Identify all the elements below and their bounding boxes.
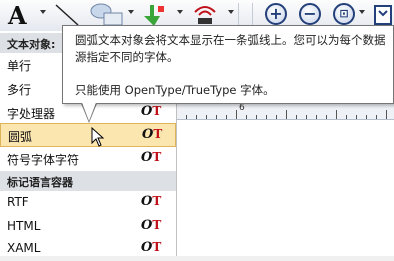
- menu-item-symbol-font-char[interactable]: 符号字体字符 OT: [0, 147, 176, 171]
- opentype-truetype-icon: OT: [142, 127, 163, 142]
- ruler-tick: [346, 115, 347, 119]
- ruler-tick: [296, 115, 297, 119]
- tooltip-tail-inner: [81, 100, 97, 121]
- ruler-tick: [246, 115, 247, 119]
- text-tool-dropdown[interactable]: [40, 10, 46, 14]
- menu-item-label: XAML: [7, 241, 41, 255]
- ruler-tick: [256, 115, 257, 119]
- ruler-tick: [276, 115, 277, 119]
- shape-tool-dropdown[interactable]: [128, 10, 134, 14]
- ruler-tick: [356, 115, 357, 119]
- zoom-dropdown[interactable]: [359, 10, 365, 14]
- ruler-tick: [376, 115, 377, 119]
- tooltip-description: 圆弧文本对象会将文本显示在一条弧线上。您可以为每个数据源指定不同的字体。: [75, 33, 386, 64]
- menu-section-header: 标记语言容器: [0, 171, 176, 191]
- section-header-label: 文本对象:: [7, 38, 56, 51]
- toolbar-separator: [252, 3, 253, 27]
- menu-item-html[interactable]: HTML OT: [0, 215, 176, 239]
- toolbar-separator: [238, 3, 239, 27]
- svg-text:A: A: [7, 2, 27, 28]
- zoom-out-icon[interactable]: −: [299, 3, 321, 25]
- ruler-number: 6: [239, 103, 245, 113]
- menu-item-arc[interactable]: 圆弧 OT: [0, 123, 176, 147]
- opentype-truetype-icon: OT: [141, 218, 162, 233]
- mouse-cursor-icon: [91, 127, 105, 147]
- ruler-tick: [206, 115, 207, 119]
- text-tool-button[interactable]: A: [4, 1, 34, 30]
- fit-zoom-icon[interactable]: ⊡: [333, 3, 355, 25]
- color-tool-dropdown[interactable]: [177, 10, 183, 14]
- tooltip: 圆弧文本对象会将文本显示在一条弧线上。您可以为每个数据源指定不同的字体。 只能使…: [62, 25, 394, 104]
- menu-item-label: RTF: [7, 195, 29, 209]
- menu-item-label: 字处理器: [7, 107, 56, 121]
- tooltip-note: 只能使用 OpenType/TrueType 字体。: [75, 83, 275, 97]
- ruler-tick: [386, 110, 387, 119]
- menu-item-label: 多行: [7, 83, 32, 97]
- opentype-truetype-icon: OT: [141, 240, 162, 255]
- menu-item-rtf[interactable]: RTF OT: [0, 191, 176, 215]
- opentype-truetype-icon: OT: [141, 194, 162, 209]
- ruler-tick: [326, 115, 327, 119]
- opentype-truetype-icon: OT: [141, 104, 162, 119]
- wireless-tool-dropdown[interactable]: [228, 10, 234, 14]
- ruler-tick: [216, 115, 217, 119]
- text-a-icon: A: [7, 1, 27, 30]
- section-header-label: 标记语言容器: [7, 176, 73, 189]
- menu-item-label: 单行: [7, 59, 32, 73]
- ruler-tick: [336, 110, 337, 119]
- menu-item-label: 圆弧: [8, 130, 33, 144]
- opentype-truetype-icon: OT: [141, 150, 162, 165]
- ruler-tick: [196, 115, 197, 119]
- ruler-tick: [366, 115, 367, 119]
- menu-item-xaml[interactable]: XAML OT: [0, 237, 176, 261]
- ruler-tick: [226, 115, 227, 119]
- ruler-tick: [186, 115, 187, 119]
- ruler-tick: [286, 110, 287, 119]
- menu-item-label: 符号字体字符: [7, 153, 80, 167]
- ruler-tick: [236, 110, 237, 119]
- ruler-tick: [266, 115, 267, 119]
- menu-item-label: HTML: [7, 219, 41, 233]
- zoom-in-icon[interactable]: +: [265, 3, 287, 25]
- ruler-tick: [316, 115, 317, 119]
- ruler-tick: [306, 115, 307, 119]
